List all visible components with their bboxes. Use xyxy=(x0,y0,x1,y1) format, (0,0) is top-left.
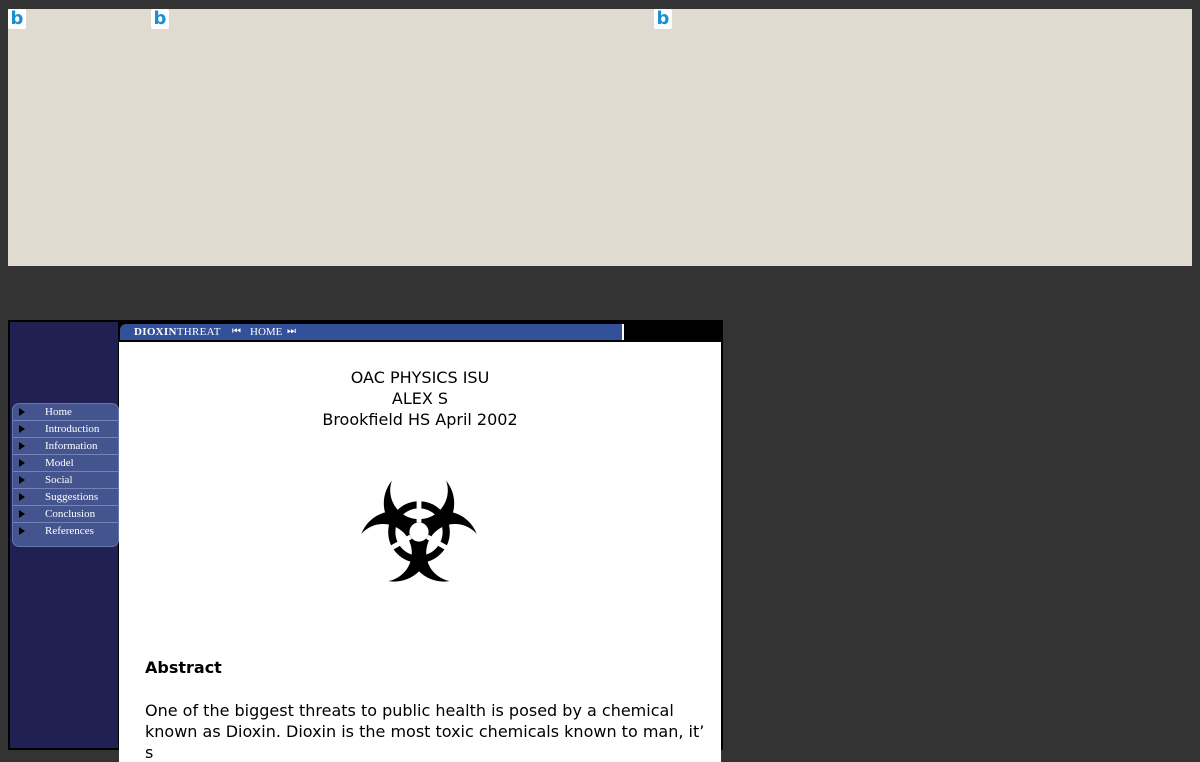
nav-item-introduction[interactable]: Introduction xyxy=(13,421,118,438)
nav-item-social[interactable]: Social xyxy=(13,472,118,489)
broken-image-icon[interactable]: b xyxy=(654,9,672,29)
course-title: OAC PHYSICS ISU xyxy=(350,368,490,387)
main-content: OAC PHYSICS ISU ALEX S Brookfield HS Apr… xyxy=(119,342,721,762)
abstract-body: One of the biggest threats to public hea… xyxy=(145,701,705,762)
biohazard-icon xyxy=(359,468,479,582)
nav-item-information[interactable]: Information xyxy=(13,438,118,455)
arrow-right-icon xyxy=(19,425,25,433)
next-icon[interactable]: ⏭ xyxy=(287,324,296,340)
nav-item-conclusion[interactable]: Conclusion xyxy=(13,506,118,523)
top-banner-area xyxy=(8,9,1192,266)
arrow-right-icon xyxy=(19,527,25,535)
nav-item-home[interactable]: Home xyxy=(13,404,118,421)
broken-image-icon[interactable]: b xyxy=(151,9,169,29)
nav-label[interactable]: Suggestions xyxy=(45,489,98,506)
nav-label[interactable]: Conclusion xyxy=(45,506,95,523)
previous-icon[interactable]: ⏮ xyxy=(232,324,241,340)
abstract-heading: Abstract xyxy=(145,658,222,677)
nav-item-suggestions[interactable]: Suggestions xyxy=(13,489,118,506)
site-brand[interactable]: DIOXINTHREAT xyxy=(134,324,221,340)
title-bar: DIOXINTHREAT ⏮ HOME ⏭ xyxy=(120,324,624,340)
arrow-right-icon xyxy=(19,459,25,467)
page-header: OAC PHYSICS ISU ALEX S Brookfield HS Apr… xyxy=(119,367,721,430)
nav-label[interactable]: Home xyxy=(45,404,72,421)
nav-label[interactable]: References xyxy=(45,523,94,540)
nav-menu: Home Introduction Information Model Soci… xyxy=(12,403,119,547)
nav-label[interactable]: Model xyxy=(45,455,74,472)
site-frame: Home Introduction Information Model Soci… xyxy=(8,320,723,762)
arrow-right-icon xyxy=(19,476,25,484)
sidebar: Home Introduction Information Model Soci… xyxy=(10,322,119,748)
home-link[interactable]: HOME xyxy=(250,324,282,340)
arrow-right-icon xyxy=(19,408,25,416)
nav-item-references[interactable]: References xyxy=(13,523,118,540)
arrow-right-icon xyxy=(19,442,25,450)
author-name: ALEX S xyxy=(391,389,449,408)
brand-bold: DIOXIN xyxy=(134,326,177,338)
brand-rest: THREAT xyxy=(176,326,221,338)
broken-image-icon[interactable]: b xyxy=(8,9,26,29)
nav-label[interactable]: Information xyxy=(45,438,98,455)
school-date: Brookfield HS April 2002 xyxy=(322,410,518,429)
arrow-right-icon xyxy=(19,510,25,518)
nav-label[interactable]: Introduction xyxy=(45,421,99,438)
arrow-right-icon xyxy=(19,493,25,501)
nav-item-model[interactable]: Model xyxy=(13,455,118,472)
nav-label[interactable]: Social xyxy=(45,472,73,489)
